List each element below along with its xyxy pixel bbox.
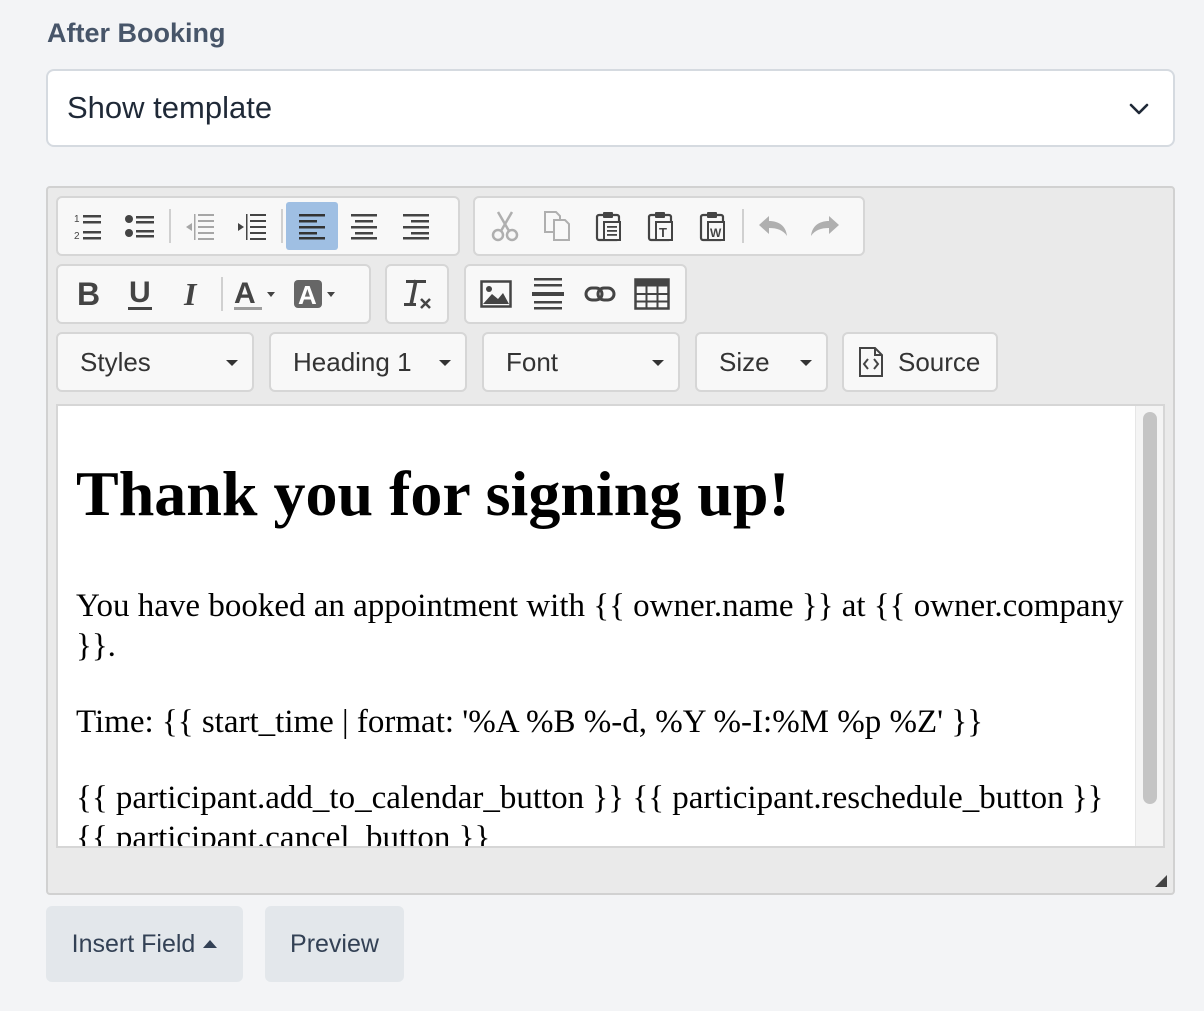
template-select-value: Show template bbox=[67, 90, 273, 125]
content-paragraph-time: Time: {{ start_time | format: '%A %B %-d… bbox=[76, 704, 984, 740]
content-paragraph-buttons: {{ participant.add_to_calendar_button }}… bbox=[76, 780, 1104, 848]
link-icon bbox=[584, 286, 616, 302]
preview-button[interactable]: Preview bbox=[265, 906, 404, 982]
bulleted-list-icon bbox=[125, 215, 154, 238]
link-button[interactable] bbox=[574, 270, 626, 318]
toolbar-format-group: B U I A A bbox=[56, 264, 371, 324]
copy-icon bbox=[544, 211, 570, 241]
paste-word-button[interactable]: W bbox=[687, 202, 739, 250]
toolbar-list-group: 1 2 bbox=[56, 196, 460, 256]
svg-text:W: W bbox=[710, 226, 722, 240]
source-button[interactable]: Source bbox=[842, 332, 998, 392]
toolbar-separator bbox=[169, 209, 171, 243]
caret-down-icon bbox=[800, 360, 812, 366]
remove-format-button[interactable] bbox=[391, 270, 443, 318]
caret-down-icon bbox=[226, 360, 238, 366]
source-button-label: Source bbox=[898, 346, 981, 377]
chevron-down-icon bbox=[1129, 103, 1149, 115]
background-color-icon: A bbox=[294, 280, 335, 310]
redo-icon bbox=[811, 216, 839, 236]
underline-icon: U bbox=[128, 276, 152, 310]
styles-combo[interactable]: Styles bbox=[56, 332, 254, 392]
text-color-icon: A bbox=[234, 277, 275, 310]
svg-text:A: A bbox=[298, 280, 317, 310]
align-right-icon bbox=[403, 214, 429, 240]
scissors-icon bbox=[491, 211, 519, 242]
paste-word-icon: W bbox=[699, 212, 725, 242]
insert-field-button[interactable]: Insert Field bbox=[46, 906, 243, 982]
bold-button[interactable]: B bbox=[62, 270, 114, 318]
styles-combo-label: Styles bbox=[80, 346, 151, 377]
toolbar-separator bbox=[281, 209, 283, 243]
svg-text:B: B bbox=[77, 277, 100, 311]
template-select[interactable]: Show template bbox=[46, 69, 1175, 147]
preview-label: Preview bbox=[290, 929, 379, 958]
toolbar-insert-group bbox=[464, 264, 687, 324]
bulleted-list-button[interactable] bbox=[114, 202, 166, 250]
image-icon bbox=[480, 280, 512, 308]
align-center-icon bbox=[351, 214, 377, 240]
svg-text:1: 1 bbox=[74, 214, 80, 225]
caret-up-icon bbox=[203, 940, 218, 948]
svg-text:I: I bbox=[183, 277, 198, 311]
font-combo[interactable]: Font bbox=[482, 332, 680, 392]
background-color-button[interactable]: A bbox=[286, 270, 346, 318]
cut-button[interactable] bbox=[479, 202, 531, 250]
numbered-list-button[interactable]: 1 2 bbox=[62, 202, 114, 250]
toolbar-clear-group bbox=[385, 264, 449, 324]
toolbar-clipboard-group: T W bbox=[473, 196, 865, 256]
redo-button[interactable] bbox=[799, 202, 851, 250]
toolbar-separator bbox=[221, 277, 223, 311]
align-right-button[interactable] bbox=[390, 202, 442, 250]
decrease-indent-button[interactable] bbox=[174, 202, 226, 250]
increase-indent-button[interactable] bbox=[226, 202, 278, 250]
insert-field-label: Insert Field bbox=[71, 929, 196, 958]
format-combo[interactable]: Heading 1 bbox=[269, 332, 467, 392]
table-button[interactable] bbox=[626, 270, 678, 318]
source-code-icon bbox=[859, 347, 883, 377]
toolbar-separator bbox=[742, 209, 744, 243]
font-combo-label: Font bbox=[506, 346, 559, 377]
table-icon bbox=[634, 278, 670, 310]
caret-down-icon bbox=[652, 360, 664, 366]
resize-handle-icon[interactable] bbox=[1155, 875, 1167, 887]
underline-button[interactable]: U bbox=[114, 270, 166, 318]
align-center-button[interactable] bbox=[338, 202, 390, 250]
undo-icon bbox=[759, 216, 787, 236]
horizontal-line-button[interactable] bbox=[522, 270, 574, 318]
numbered-list-icon: 1 2 bbox=[74, 214, 101, 241]
section-label: After Booking bbox=[47, 18, 226, 48]
italic-button[interactable]: I bbox=[166, 270, 218, 318]
image-button[interactable] bbox=[470, 270, 522, 318]
caret-down-icon bbox=[439, 360, 451, 366]
undo-button[interactable] bbox=[747, 202, 799, 250]
italic-icon: I bbox=[183, 277, 198, 311]
content-heading: Thank you for signing up! bbox=[76, 458, 790, 529]
paste-text-button[interactable]: T bbox=[635, 202, 687, 250]
outdent-icon bbox=[186, 214, 214, 240]
paste-button[interactable] bbox=[583, 202, 635, 250]
text-color-button[interactable]: A bbox=[226, 270, 286, 318]
remove-format-icon bbox=[404, 279, 431, 309]
rich-text-editor: 1 2 T W B U I A A Styles Heading 1 Font … bbox=[46, 186, 1175, 895]
svg-text:A: A bbox=[234, 277, 256, 310]
paste-text-icon: T bbox=[647, 212, 673, 242]
horizontal-line-icon bbox=[532, 278, 564, 310]
bold-icon: B bbox=[77, 277, 100, 311]
svg-text:2: 2 bbox=[74, 231, 80, 241]
indent-icon bbox=[238, 214, 266, 240]
align-left-icon bbox=[299, 214, 325, 240]
size-combo[interactable]: Size bbox=[695, 332, 828, 392]
content-paragraph-owner: You have booked an appointment with {{ o… bbox=[76, 588, 1124, 664]
size-combo-label: Size bbox=[719, 346, 770, 377]
format-combo-label: Heading 1 bbox=[293, 346, 412, 377]
scrollbar-track[interactable] bbox=[1135, 406, 1163, 846]
scrollbar-thumb[interactable] bbox=[1143, 412, 1157, 804]
editor-content[interactable]: Thank you for signing up! You have booke… bbox=[56, 404, 1165, 848]
svg-text:T: T bbox=[659, 225, 667, 240]
align-left-button[interactable] bbox=[286, 202, 338, 250]
svg-text:U: U bbox=[129, 276, 151, 309]
paste-icon bbox=[595, 212, 621, 242]
copy-button[interactable] bbox=[531, 202, 583, 250]
